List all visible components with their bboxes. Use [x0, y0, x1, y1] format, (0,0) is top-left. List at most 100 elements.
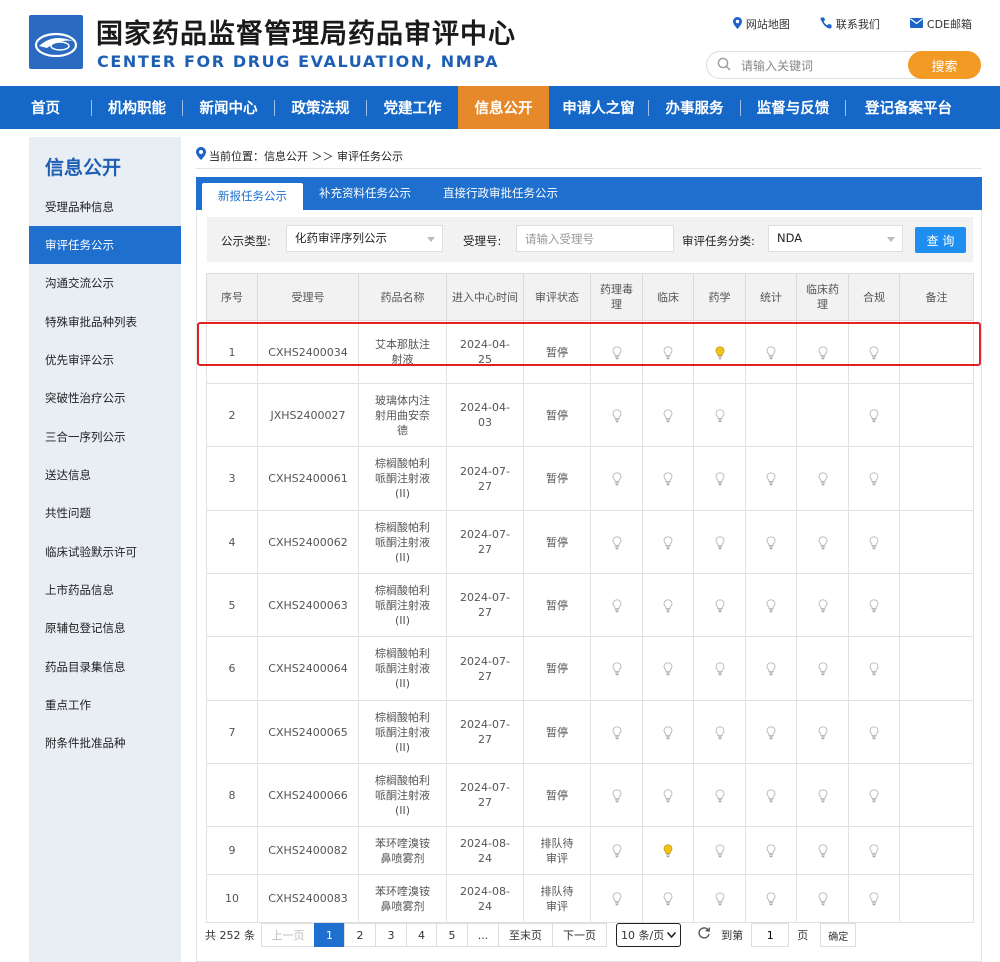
cell-no: 7 — [206, 700, 258, 764]
page-button[interactable]: 2 — [344, 923, 376, 947]
cde-logo[interactable] — [29, 15, 83, 69]
sidebar-item-marketed-drugs[interactable]: 上市药品信息 — [29, 571, 181, 609]
divider — [196, 168, 982, 169]
lightbulb-off-icon — [818, 535, 827, 549]
page-button[interactable]: 1 — [314, 923, 345, 947]
cell-progress — [848, 826, 900, 875]
cell-drug-name: 棕榈酸帕利哌酮注射液(II) — [358, 636, 447, 701]
lightbulb-off-icon — [869, 408, 879, 422]
sidebar-item-delivery[interactable]: 送达信息 — [29, 456, 181, 494]
cell-progress — [848, 320, 900, 384]
nav-home[interactable]: 首页 — [0, 86, 91, 129]
sidebar-item-communication[interactable]: 沟通交流公示 — [29, 264, 181, 302]
col-pharmacy: 药学 — [693, 273, 746, 321]
accept-no-input[interactable] — [516, 225, 674, 252]
lightbulb-off-icon — [818, 892, 827, 906]
mail-icon — [909, 18, 923, 30]
lightbulb-off-icon — [818, 472, 827, 486]
nav-services[interactable]: 办事服务 — [649, 86, 740, 129]
task-tabs: 新报任务公示 补充资料任务公示 直接行政审批任务公示 — [196, 177, 982, 210]
nav-news[interactable]: 新闻中心 — [183, 86, 274, 129]
lightbulb-off-icon — [612, 788, 621, 802]
sitemap-label: 网站地图 — [745, 18, 790, 31]
table-row[interactable]: 4 CXHS2400062 棕榈酸帕利哌酮注射液(II) 2024-07-27 暂停 — [206, 510, 974, 574]
lightbulb-off-icon — [715, 535, 724, 549]
sidebar-item-priority[interactable]: 优先审评公示 — [29, 341, 181, 379]
cell-progress — [642, 383, 694, 447]
cell-status: 暂停 — [523, 700, 591, 764]
cell-accept-no: CXHS2400061 — [257, 446, 359, 511]
page-button[interactable]: 4 — [406, 923, 437, 947]
table-row[interactable]: 9 CXHS2400082 苯环喹溴铵鼻喷雾剂 2024-08-24 排队待审评 — [206, 826, 974, 875]
table-row[interactable]: 7 CXHS2400065 棕榈酸帕利哌酮注射液(II) 2024-07-27 暂停 — [206, 700, 974, 764]
goto-confirm-button[interactable]: 确定 — [820, 923, 857, 947]
refresh-icon[interactable] — [697, 926, 711, 944]
search-input[interactable] — [741, 56, 901, 75]
lightbulb-off-icon — [715, 788, 724, 802]
sidebar-item-conditional[interactable]: 附条件批准品种 — [29, 724, 181, 762]
table-row[interactable]: 3 CXHS2400061 棕榈酸帕利哌酮注射液(II) 2024-07-27 暂停 — [206, 446, 974, 511]
sidebar-item-breakthrough[interactable]: 突破性治疗公示 — [29, 379, 181, 417]
prev-page-button[interactable]: 上一页 — [261, 923, 315, 947]
nav-applicant[interactable]: 申请人之窗 — [549, 86, 648, 129]
sidebar-item-three-in-one[interactable]: 三合一序列公示 — [29, 418, 181, 456]
cell-entry-time: 2024-07-27 — [446, 636, 524, 701]
table-row[interactable]: 1 CXHS2400034 艾本那肽注射液 2024-04-25 暂停 — [206, 320, 974, 384]
page-button[interactable]: 3 — [375, 923, 407, 947]
last-page-button[interactable]: 至末页 — [498, 923, 553, 947]
table-row[interactable]: 6 CXHS2400064 棕榈酸帕利哌酮注射液(II) 2024-07-27 暂停 — [206, 636, 974, 701]
sidebar-item-excipient-reg[interactable]: 原辅包登记信息 — [29, 609, 181, 647]
table-row[interactable]: 8 CXHS2400066 棕榈酸帕利哌酮注射液(II) 2024-07-27 暂停 — [206, 763, 974, 827]
next-page-button[interactable]: 下一页 — [552, 923, 607, 947]
contact-link[interactable]: 联系我们 — [820, 16, 880, 32]
cell-entry-time: 2024-08-24 — [446, 874, 524, 923]
cell-entry-time: 2024-04-03 — [446, 383, 524, 447]
sidebar-item-key-work[interactable]: 重点工作 — [29, 686, 181, 724]
sidebar-item-accepted[interactable]: 受理品种信息 — [29, 188, 181, 226]
page-size-select[interactable]: 10 条/页 — [616, 923, 682, 947]
lightbulb-off-icon — [715, 598, 724, 612]
cell-progress — [693, 826, 746, 875]
nav-policy[interactable]: 政策法规 — [275, 86, 366, 129]
table-row[interactable]: 2 JXHS2400027 玻璃体内注射用曲安奈德 2024-04-03 暂停 — [206, 383, 974, 447]
cell-status: 排队待审评 — [523, 874, 591, 923]
lightbulb-off-icon — [663, 725, 673, 739]
cell-remarks — [899, 573, 974, 637]
sidebar-item-common-issues[interactable]: 共性问题 — [29, 494, 181, 532]
lightbulb-off-icon — [869, 725, 879, 739]
tab-supplement-tasks[interactable]: 补充资料任务公示 — [303, 177, 427, 210]
sidebar-item-clinical-trial[interactable]: 临床试验默示许可 — [29, 533, 181, 571]
cell-status: 排队待审评 — [523, 826, 591, 875]
sidebar-item-review-tasks[interactable]: 审评任务公示 — [29, 226, 181, 264]
mail-link[interactable]: CDE邮箱 — [909, 16, 972, 32]
mail-label: CDE邮箱 — [926, 18, 972, 31]
cell-entry-time: 2024-04-25 — [446, 320, 524, 384]
sidebar-item-drug-catalog[interactable]: 药品目录集信息 — [29, 648, 181, 686]
col-drug-name: 药品名称 — [358, 273, 447, 321]
tab-direct-approval-tasks[interactable]: 直接行政审批任务公示 — [427, 177, 574, 210]
goto-page-input[interactable] — [751, 923, 790, 947]
task-category-select[interactable]: NDA — [768, 225, 903, 252]
cell-drug-name: 棕榈酸帕利哌酮注射液(II) — [358, 700, 447, 764]
cell-progress — [590, 826, 643, 875]
nav-registration[interactable]: 登记备案平台 — [846, 86, 971, 129]
nav-functions[interactable]: 机构职能 — [92, 86, 182, 129]
table-row[interactable]: 10 CXHS2400083 苯环喹溴铵鼻喷雾剂 2024-08-24 排队待审评 — [206, 874, 974, 923]
cell-accept-no: JXHS2400027 — [257, 383, 359, 447]
tab-new-tasks[interactable]: 新报任务公示 — [202, 183, 303, 210]
table-row[interactable]: 5 CXHS2400063 棕榈酸帕利哌酮注射液(II) 2024-07-27 暂停 — [206, 573, 974, 637]
total-count: 共 252 条 — [205, 929, 255, 942]
cell-no: 4 — [206, 510, 258, 574]
search-button[interactable]: 搜索 — [908, 51, 981, 79]
sidebar-item-special-approval[interactable]: 特殊审批品种列表 — [29, 303, 181, 341]
nav-supervision[interactable]: 监督与反馈 — [741, 86, 845, 129]
sitemap-link[interactable]: 网站地图 — [732, 16, 790, 32]
page-button[interactable]: 5 — [436, 923, 468, 947]
nav-info-public[interactable]: 信息公开 — [458, 86, 549, 129]
query-button[interactable]: 查 询 — [915, 227, 966, 253]
cell-remarks — [899, 320, 974, 384]
cell-remarks — [899, 874, 974, 923]
cell-entry-time: 2024-07-27 — [446, 763, 524, 827]
nav-party[interactable]: 党建工作 — [367, 86, 458, 129]
type-select[interactable]: 化药审评序列公示 — [286, 225, 443, 252]
